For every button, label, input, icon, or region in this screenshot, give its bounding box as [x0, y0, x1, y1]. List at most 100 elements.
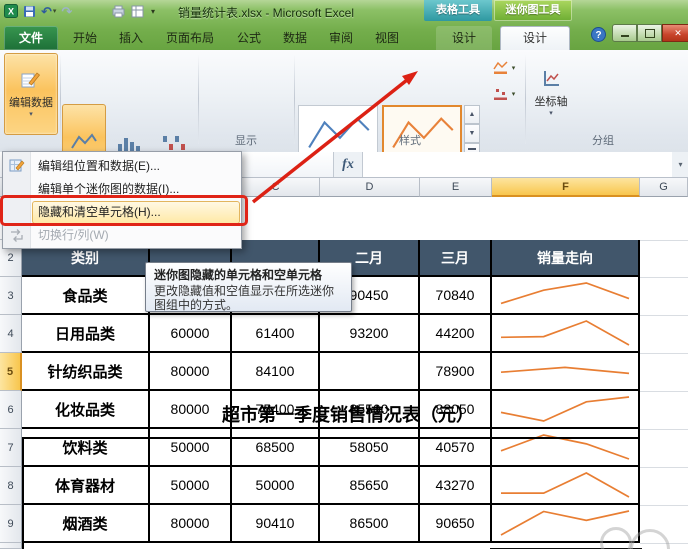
sparkline-cell[interactable]	[492, 277, 640, 315]
style-gallery-up-icon[interactable]: ▲	[464, 105, 480, 124]
tab-design-2[interactable]: 设计	[500, 26, 570, 51]
row-header-7[interactable]: 7	[0, 429, 22, 467]
value-cell[interactable]: 50000	[150, 467, 232, 505]
row-header-6[interactable]: 6	[0, 391, 22, 429]
header-cell-三月[interactable]: 三月	[420, 240, 492, 277]
value-cell[interactable]: 86500	[320, 505, 420, 543]
edit-data-dropdown-menu: 编辑组位置和数据(E)... 编辑单个迷你图的数据(I)... 隐藏和清空单元格(H…	[2, 151, 242, 249]
value-cell[interactable]: 80000	[150, 391, 232, 429]
table-icon[interactable]	[131, 4, 144, 19]
tab-file[interactable]: 文件	[4, 26, 58, 50]
value-cell[interactable]: 80000	[150, 505, 232, 543]
tab-开始[interactable]: 开始	[62, 26, 108, 50]
tab-页面布局[interactable]: 页面布局	[154, 26, 226, 50]
value-cell[interactable]: 93200	[320, 315, 420, 353]
window-controls: ✕	[612, 24, 688, 42]
row-header-8[interactable]: 8	[0, 467, 22, 505]
qat-more-icon[interactable]: ▾	[151, 4, 155, 19]
value-cell[interactable]: 43270	[420, 467, 492, 505]
value-cell[interactable]: 60000	[150, 315, 232, 353]
formula-bar-expand-icon[interactable]: ▾	[673, 152, 688, 177]
axis-icon	[541, 69, 561, 94]
gridline	[640, 505, 688, 506]
sparkline	[501, 472, 630, 498]
value-cell[interactable]	[320, 353, 420, 391]
value-cell[interactable]: 80000	[150, 353, 232, 391]
category-cell[interactable]: 饮料类	[22, 429, 150, 467]
tab-视图[interactable]: 视图	[364, 26, 410, 50]
edit-data-label: 编辑数据	[9, 97, 53, 109]
value-cell[interactable]: 84100	[232, 353, 320, 391]
menu-item-icon-1	[9, 158, 25, 174]
tab-数据[interactable]: 数据	[272, 26, 318, 50]
ribbon-divider	[294, 54, 295, 144]
category-cell[interactable]: 烟酒类	[22, 505, 150, 543]
axis-button[interactable]: 坐标轴 ▾	[530, 54, 572, 132]
sparkline-tools-contextual-label: 迷你图工具	[494, 0, 572, 21]
row-header-4[interactable]: 4	[0, 315, 22, 353]
category-cell[interactable]: 日用品类	[22, 315, 150, 353]
insert-function-icon[interactable]: fx	[336, 152, 360, 177]
value-cell[interactable]: 90410	[232, 505, 320, 543]
menu-item-icon-4	[9, 227, 25, 243]
marker-color-button[interactable]: ▾	[486, 82, 522, 106]
maximize-button[interactable]	[637, 24, 662, 42]
group-group-label: 分组	[592, 135, 614, 147]
category-cell[interactable]: 食品类	[22, 277, 150, 315]
sparkline-cell[interactable]	[492, 467, 640, 505]
tab-公式[interactable]: 公式	[226, 26, 272, 50]
row-header-5[interactable]: 5	[0, 353, 22, 391]
sheet-title-cell[interactable]: 超市第一季度销售情况表（元）	[222, 394, 474, 437]
redo-icon[interactable]: ↷	[61, 4, 72, 19]
value-cell[interactable]: 50000	[150, 429, 232, 467]
formula-input[interactable]	[362, 152, 672, 177]
print-icon[interactable]	[112, 4, 125, 19]
undo-icon[interactable]: ↶ ▾	[41, 4, 56, 19]
sparkline-cell[interactable]	[492, 505, 640, 543]
chevron-down-icon: ▾	[511, 65, 516, 72]
menu-item-2[interactable]: 编辑单个迷你图的数据(I)...	[33, 178, 239, 201]
category-cell[interactable]: 化妆品类	[22, 391, 150, 429]
tooltip-title: 迷你图隐藏的单元格和空单元格	[154, 268, 323, 282]
sparkline	[500, 366, 630, 375]
chevron-down-icon: ▾	[549, 110, 553, 117]
tab-插入[interactable]: 插入	[108, 26, 154, 50]
save-icon[interactable]	[23, 4, 36, 19]
column-header-C[interactable]: C	[232, 178, 320, 197]
sparkline-color-button[interactable]: ▾	[486, 56, 522, 80]
sparkline-cell[interactable]	[492, 429, 640, 467]
category-cell[interactable]: 针纺织品类	[22, 353, 150, 391]
edit-data-button[interactable]: 编辑数据 ▾	[4, 53, 58, 135]
menu-item-3[interactable]: 隐藏和清空单元格(H)...	[32, 201, 240, 224]
tab-design-1[interactable]: 设计	[436, 26, 492, 50]
close-button[interactable]: ✕	[662, 24, 688, 42]
menu-item-4[interactable]: 切换行/列(W)	[33, 224, 239, 247]
tab-审阅[interactable]: 审阅	[318, 26, 364, 50]
minimize-button[interactable]	[612, 24, 637, 42]
sparkline-cell-selected[interactable]	[492, 353, 640, 391]
show-group-label: 显示	[235, 135, 257, 147]
category-cell[interactable]: 体育器材	[22, 467, 150, 505]
column-header-G[interactable]: G	[640, 178, 688, 197]
sparkline-cell[interactable]	[492, 391, 640, 429]
value-cell[interactable]: 61400	[232, 315, 320, 353]
chevron-down-icon: ▾	[52, 7, 57, 15]
column-header-E[interactable]: E	[420, 178, 492, 197]
sparkline	[500, 282, 630, 305]
value-cell[interactable]: 90650	[420, 505, 492, 543]
value-cell[interactable]: 85650	[320, 467, 420, 505]
gridline	[640, 429, 688, 430]
column-header-F[interactable]: F	[492, 178, 640, 197]
row-header-3[interactable]: 3	[0, 277, 22, 315]
excel-logo-icon[interactable]: X	[4, 4, 18, 19]
value-cell[interactable]: 44200	[420, 315, 492, 353]
value-cell[interactable]: 70840	[420, 277, 492, 315]
header-cell-销量走向[interactable]: 销量走向	[492, 240, 640, 277]
value-cell[interactable]: 50000	[232, 467, 320, 505]
menu-item-1[interactable]: 编辑组位置和数据(E)...	[33, 155, 239, 178]
value-cell[interactable]: 78900	[420, 353, 492, 391]
help-icon[interactable]: ?	[591, 27, 606, 42]
sparkline-cell[interactable]	[492, 315, 640, 353]
row-header-9[interactable]: 9	[0, 505, 22, 543]
column-header-D[interactable]: D	[320, 178, 420, 197]
